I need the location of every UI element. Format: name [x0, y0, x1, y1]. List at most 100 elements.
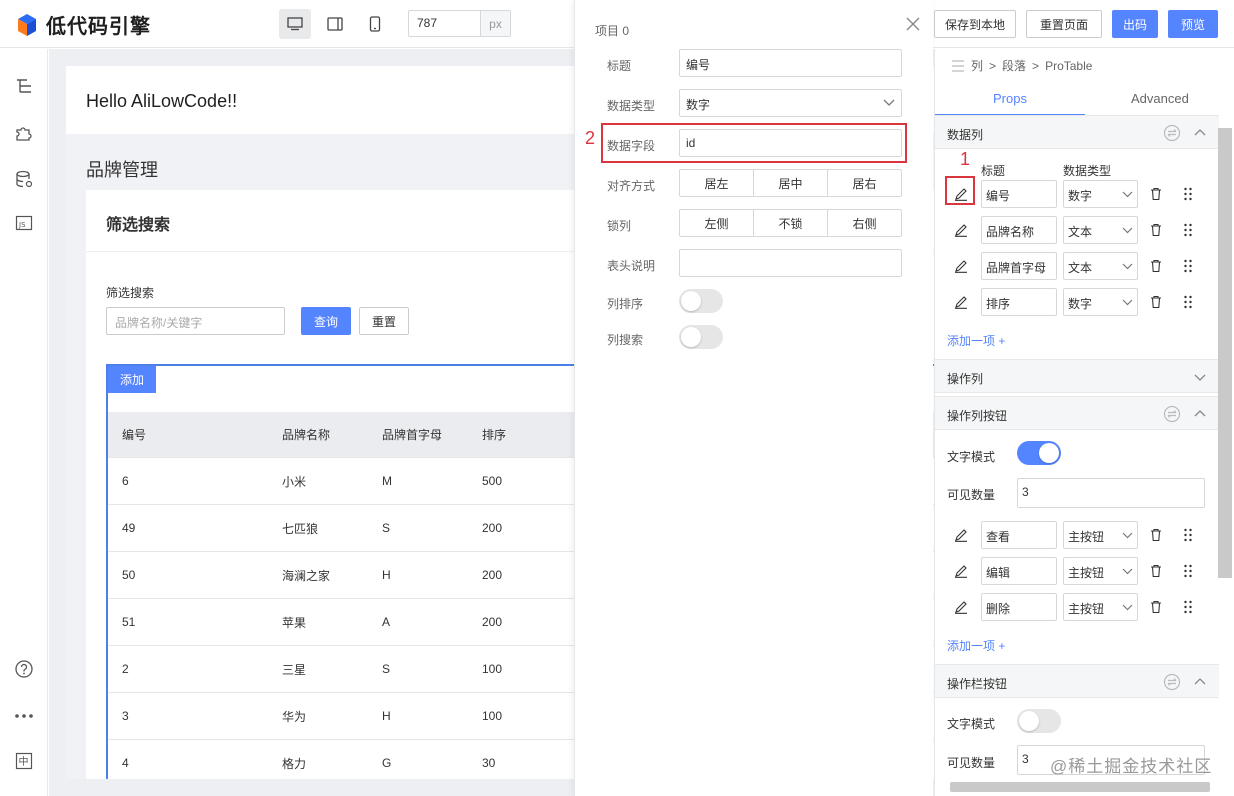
- tablet-device-button[interactable]: [319, 9, 351, 39]
- op-button-title-input[interactable]: 删除: [981, 593, 1057, 621]
- column-type-select[interactable]: 数字: [1063, 180, 1138, 208]
- watermark: @稀土掘金技术社区: [1050, 757, 1213, 776]
- op-button-type-select[interactable]: 主按钮: [1063, 557, 1138, 585]
- section-toolbar-buttons[interactable]: 操作栏按钮: [935, 664, 1219, 698]
- reset-button[interactable]: 重置: [359, 307, 409, 335]
- lock-none-option[interactable]: 不锁: [754, 210, 828, 236]
- component-library-icon[interactable]: [14, 122, 34, 142]
- column-title-input[interactable]: 编号: [981, 180, 1057, 208]
- breadcrumb-item[interactable]: 段落: [1002, 57, 1026, 74]
- column-title-input[interactable]: 品牌名称: [981, 216, 1057, 244]
- horizontal-scrollbar[interactable]: [950, 782, 1210, 792]
- edit-icon[interactable]: [953, 599, 969, 615]
- table-cell: 500: [482, 474, 503, 488]
- variable-bind-icon[interactable]: [1163, 673, 1181, 691]
- op-button-title-input[interactable]: 查看: [981, 521, 1057, 549]
- query-button[interactable]: 查询: [301, 307, 351, 335]
- vertical-scrollbar[interactable]: [1218, 128, 1232, 578]
- column-type-header: 数据类型: [1063, 164, 1112, 178]
- column-header: 品牌首字母: [382, 428, 443, 442]
- preview-button[interactable]: 预览: [1168, 10, 1218, 38]
- annotation-number-1: 1: [960, 149, 971, 169]
- chevron-up-icon[interactable]: [1191, 405, 1209, 423]
- variable-bind-icon[interactable]: [1163, 405, 1181, 423]
- mobile-device-button[interactable]: [359, 9, 391, 39]
- edit-icon[interactable]: [953, 258, 969, 274]
- drag-handle-icon[interactable]: [1180, 258, 1196, 274]
- breadcrumb-item[interactable]: ProTable: [1045, 59, 1092, 73]
- edit-icon[interactable]: [953, 294, 969, 310]
- op-button-type-select[interactable]: 主按钮: [1063, 521, 1138, 549]
- chevron-up-icon[interactable]: [1191, 124, 1209, 142]
- tab-advanced[interactable]: Advanced: [1131, 91, 1189, 106]
- lock-right-option[interactable]: 右侧: [828, 210, 901, 236]
- align-left-option[interactable]: 居左: [680, 170, 754, 196]
- add-op-button-link[interactable]: 添加一项 +: [947, 637, 1005, 654]
- breadcrumb-item[interactable]: 列: [971, 57, 983, 74]
- datasource-icon[interactable]: [14, 169, 34, 189]
- delete-icon[interactable]: [1148, 258, 1164, 274]
- tab-props[interactable]: Props: [993, 91, 1027, 106]
- op-visible-count-input[interactable]: 3: [1017, 478, 1205, 508]
- save-local-button[interactable]: 保存到本地: [934, 10, 1016, 38]
- search-toggle[interactable]: [679, 325, 723, 349]
- chevron-down-icon[interactable]: [1191, 368, 1209, 386]
- reset-page-button[interactable]: 重置页面: [1026, 10, 1102, 38]
- data-type-select[interactable]: 数字: [679, 89, 902, 117]
- align-center-option[interactable]: 居中: [754, 170, 828, 196]
- lock-left-option[interactable]: 左侧: [680, 210, 754, 236]
- sort-toggle[interactable]: [679, 289, 723, 313]
- column-type-select[interactable]: 文本: [1063, 216, 1138, 244]
- op-text-mode-toggle[interactable]: [1017, 441, 1061, 465]
- settings-panel: 列 > 段落 > ProTable Props Advanced 数据列 标题 …: [934, 49, 1234, 796]
- close-icon[interactable]: [905, 16, 921, 32]
- drag-handle-icon[interactable]: [1180, 186, 1196, 202]
- outline-tree-icon[interactable]: [14, 76, 34, 96]
- help-icon[interactable]: [14, 659, 34, 679]
- search-input[interactable]: 品牌名称/关键字: [106, 307, 285, 335]
- column-type-select[interactable]: 数字: [1063, 288, 1138, 316]
- edit-icon[interactable]: [953, 527, 969, 543]
- delete-icon[interactable]: [1148, 599, 1164, 615]
- section-op-buttons[interactable]: 操作列按钮: [935, 396, 1219, 430]
- op-button-type-select[interactable]: 主按钮: [1063, 593, 1138, 621]
- column-type-select[interactable]: 文本: [1063, 252, 1138, 280]
- toolbar-text-mode-toggle[interactable]: [1017, 709, 1061, 733]
- title-input[interactable]: 编号: [679, 49, 902, 77]
- header-desc-input[interactable]: [679, 249, 902, 277]
- drag-handle-icon[interactable]: [1180, 599, 1196, 615]
- js-code-icon[interactable]: JS: [14, 213, 34, 233]
- delete-icon[interactable]: [1148, 294, 1164, 310]
- add-data-column-link[interactable]: 添加一项 +: [947, 332, 1005, 349]
- variable-bind-icon[interactable]: [1163, 124, 1181, 142]
- table-cell: A: [382, 615, 391, 629]
- drag-handle-icon[interactable]: [1180, 294, 1196, 310]
- language-switch-icon[interactable]: 中: [14, 751, 34, 771]
- delete-icon[interactable]: [1148, 186, 1164, 202]
- op-button-title-input[interactable]: 编辑: [981, 557, 1057, 585]
- edit-icon[interactable]: [953, 222, 969, 238]
- drag-handle-icon[interactable]: [1180, 527, 1196, 543]
- align-right-option[interactable]: 居右: [828, 170, 901, 196]
- drag-handle-icon[interactable]: [1180, 563, 1196, 579]
- delete-icon[interactable]: [1148, 222, 1164, 238]
- section-op-column[interactable]: 操作列: [935, 359, 1219, 393]
- column-title-input[interactable]: 品牌首字母: [981, 252, 1057, 280]
- drag-handle-icon[interactable]: [1180, 222, 1196, 238]
- more-icon[interactable]: [14, 706, 34, 726]
- table-cell: H: [382, 568, 391, 582]
- delete-icon[interactable]: [1148, 527, 1164, 543]
- column-title-input[interactable]: 排序: [981, 288, 1057, 316]
- desktop-device-button[interactable]: [279, 9, 311, 39]
- sort-row: 列排序: [575, 287, 934, 317]
- data-column-item: 排序 数字: [935, 288, 1219, 318]
- section-data-columns[interactable]: 数据列: [935, 115, 1219, 149]
- data-type-row: 数据类型 数字: [575, 89, 934, 119]
- edit-icon[interactable]: [953, 563, 969, 579]
- export-code-button[interactable]: 出码: [1112, 10, 1158, 38]
- canvas-width-input[interactable]: 787: [409, 11, 480, 36]
- tablet-icon: [327, 17, 343, 31]
- add-button[interactable]: 添加: [108, 366, 156, 393]
- delete-icon[interactable]: [1148, 563, 1164, 579]
- chevron-up-icon[interactable]: [1191, 673, 1209, 691]
